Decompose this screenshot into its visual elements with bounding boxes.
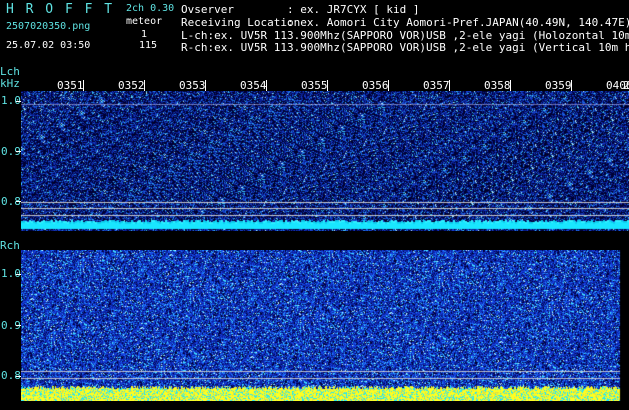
lch-label: Lch: [0, 65, 20, 78]
lch-equipment: L-ch:ex. UV5R 113.900Mhz(SAPPORO VOR)USB…: [181, 29, 629, 42]
time-label: 0357: [423, 79, 450, 92]
time-label: 0355: [301, 79, 328, 92]
observer-label: Ovserver: [181, 3, 234, 16]
time-tick-mark: [571, 80, 572, 91]
rch-equipment: R-ch:ex. UV5R 113.900Mhz(SAPPORO VOR)USB…: [181, 41, 629, 54]
time-tick-mark: [388, 80, 389, 91]
time-tick-mark: [144, 80, 145, 91]
time-tick-mark: [449, 80, 450, 91]
time-label: 0354: [240, 79, 267, 92]
location-value: : ex. Aomori City Aomori-Pref.JAPAN(40.4…: [287, 16, 629, 29]
time-label: 0352: [118, 79, 145, 92]
meteor-count-rch: 115: [139, 40, 158, 51]
time-label: 0351: [57, 79, 84, 92]
app-title: H R O F F T: [6, 2, 115, 17]
time-tick-mark: [83, 80, 84, 91]
time-label: 0359: [545, 79, 572, 92]
location-label: Receiving Location: [181, 16, 301, 29]
time-label: 0356: [362, 79, 389, 92]
meteor-count-lch: 1: [141, 29, 148, 40]
time-label: 0353: [179, 79, 206, 92]
observer-value: : ex. JR7CYX [ kid ]: [287, 3, 420, 16]
time-tick-mark: [205, 80, 206, 91]
app-version: 2ch 0.30: [126, 3, 175, 14]
meteor-label: meteor: [126, 16, 163, 27]
time-tick-mark: [327, 80, 328, 91]
time-label-trailing: 2: [623, 79, 629, 92]
time-tick-mark: [266, 80, 267, 91]
datetime: 25.07.02 03:50: [6, 40, 91, 51]
time-tick-mark: [510, 80, 511, 91]
filename: 2507020350.png: [6, 21, 91, 32]
rch-label: Rch: [0, 239, 20, 252]
lch-unit: kHz: [0, 77, 20, 90]
lch-spectrogram[interactable]: [21, 91, 629, 231]
time-label: 0358: [484, 79, 511, 92]
hroft-window: H R O F F T 2ch 0.30 2507020350.png mete…: [0, 0, 629, 410]
rch-spectrogram[interactable]: [21, 250, 629, 401]
